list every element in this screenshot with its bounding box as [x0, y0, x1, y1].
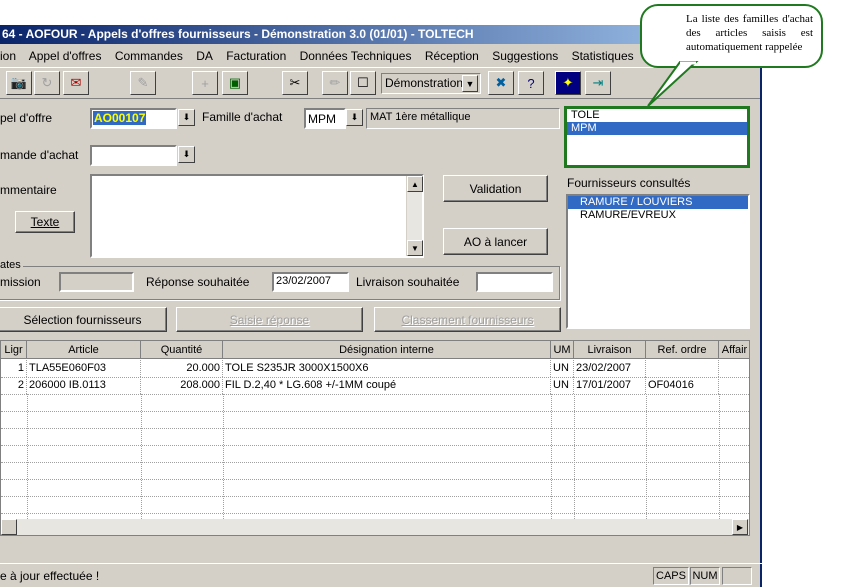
- grid-header-quantite[interactable]: Quantité: [141, 341, 223, 359]
- grid-header-designation[interactable]: Désignation interne: [223, 341, 551, 359]
- status-panel: [722, 567, 752, 585]
- commande-dropdown[interactable]: ⬇: [178, 146, 195, 163]
- exit-icon[interactable]: ⇥: [585, 71, 611, 95]
- emission-field: [59, 272, 134, 292]
- saisie-reponse-button[interactable]: Saisie réponse: [176, 307, 363, 332]
- emission-label: mission: [0, 275, 41, 289]
- help-icon[interactable]: ?: [518, 71, 544, 95]
- grid-header-livraison[interactable]: Livraison: [574, 341, 646, 359]
- callout-note: La liste des familles d'achat des articl…: [640, 4, 823, 68]
- menu-item-reception[interactable]: Réception: [425, 49, 479, 63]
- excel-icon[interactable]: ✖: [488, 71, 514, 95]
- status-message: e à jour effectuée !: [0, 569, 100, 583]
- callout-text: La liste des familles d'achat des articl…: [686, 13, 813, 53]
- dates-label: ates: [0, 259, 23, 271]
- grid-header-article[interactable]: Article: [27, 341, 141, 359]
- famille-code-input[interactable]: MPM: [304, 108, 346, 129]
- familles-item-selected[interactable]: MPM: [567, 122, 747, 135]
- validation-button[interactable]: Validation: [443, 175, 548, 202]
- mail-icon[interactable]: ✉: [63, 71, 89, 95]
- familles-item[interactable]: TOLE: [567, 109, 747, 122]
- fournisseur-item-selected[interactable]: RAMURE / LOUVIERS: [568, 196, 748, 209]
- appel-dropdown[interactable]: ⬇: [178, 109, 195, 126]
- famille-dropdown[interactable]: ⬇: [346, 109, 363, 126]
- edit-icon[interactable]: ✎: [130, 71, 156, 95]
- num-indicator: NUM: [690, 567, 720, 585]
- menu-item-suggestions[interactable]: Suggestions: [492, 49, 558, 63]
- grid-header-ref-ordre[interactable]: Ref. ordre: [646, 341, 719, 359]
- scissors-icon[interactable]: ✂: [282, 71, 308, 95]
- fournisseur-item[interactable]: RAMURE/EVREUX: [568, 209, 748, 222]
- appel-label: pel d'offre: [0, 111, 53, 125]
- new-page-icon[interactable]: ☐: [350, 71, 376, 95]
- refresh-icon[interactable]: ↻: [34, 71, 60, 95]
- horizontal-scrollbar[interactable]: ▶: [1, 519, 749, 535]
- livraison-label: Livraison souhaitée: [356, 275, 460, 289]
- reponse-input[interactable]: 23/02/2007: [272, 272, 349, 292]
- commentaire-label: mmentaire: [0, 183, 57, 197]
- fournisseurs-list[interactable]: RAMURE / LOUVIERS RAMURE/EVREUX: [566, 194, 750, 329]
- menu-item-ion[interactable]: ion: [0, 49, 16, 63]
- commande-input[interactable]: [90, 145, 177, 166]
- menu-item-da[interactable]: DA: [196, 49, 213, 63]
- save-icon[interactable]: ▣: [222, 71, 248, 95]
- pencil-icon[interactable]: ✏: [322, 71, 348, 95]
- caps-indicator: CAPS: [653, 567, 689, 585]
- callout-pointer: [647, 61, 699, 107]
- scroll-right-icon[interactable]: ▶: [732, 519, 748, 535]
- appel-input[interactable]: AO00107: [90, 108, 177, 129]
- status-bar: e à jour effectuée ! CAPS NUM: [0, 563, 762, 587]
- fournisseurs-label: Fournisseurs consultés: [567, 176, 691, 190]
- menu-item-facturation[interactable]: Facturation: [226, 49, 286, 63]
- chevron-down-icon[interactable]: ▼: [462, 75, 478, 92]
- ao-lancer-button[interactable]: AO à lancer: [443, 228, 548, 255]
- menu-item-appel[interactable]: Appel d'offres: [29, 49, 102, 63]
- familles-list[interactable]: TOLE MPM: [564, 106, 750, 168]
- grid-header-ligne[interactable]: Ligr: [1, 341, 27, 359]
- classement-fournisseurs-button[interactable]: Classement fournisseurs: [374, 307, 561, 332]
- menu-item-donnees[interactable]: Données Techniques: [300, 49, 412, 63]
- grid-header-affaire[interactable]: Affair: [719, 341, 749, 359]
- menu-item-statistiques[interactable]: Statistiques: [572, 49, 634, 63]
- grid-header-um[interactable]: UM: [551, 341, 574, 359]
- camera-icon[interactable]: 📷: [6, 71, 32, 95]
- reponse-label: Réponse souhaitée: [146, 275, 250, 289]
- scrollbar[interactable]: ▲ ▼: [406, 176, 423, 256]
- articles-grid: Ligr Article Quantité Désignation intern…: [0, 340, 750, 536]
- company-select[interactable]: Démonstration 3 ▼: [381, 73, 481, 94]
- livraison-input[interactable]: [476, 272, 553, 292]
- texte-button[interactable]: Texte: [15, 211, 75, 233]
- scroll-down-icon[interactable]: ▼: [407, 240, 423, 256]
- scroll-thumb[interactable]: [1, 519, 17, 535]
- famille-desc-field: MAT 1ère métallique: [366, 108, 560, 129]
- add-icon[interactable]: +: [192, 71, 218, 95]
- famille-label: Famille d'achat: [202, 110, 283, 124]
- commentaire-textarea[interactable]: ▲ ▼: [90, 174, 424, 258]
- menu-item-commandes[interactable]: Commandes: [115, 49, 183, 63]
- commande-label: mande d'achat: [0, 148, 79, 162]
- selection-fournisseurs-button[interactable]: Sélection fournisseurs: [0, 307, 167, 332]
- wizard-icon[interactable]: ✦: [555, 71, 581, 95]
- scroll-up-icon[interactable]: ▲: [407, 176, 423, 192]
